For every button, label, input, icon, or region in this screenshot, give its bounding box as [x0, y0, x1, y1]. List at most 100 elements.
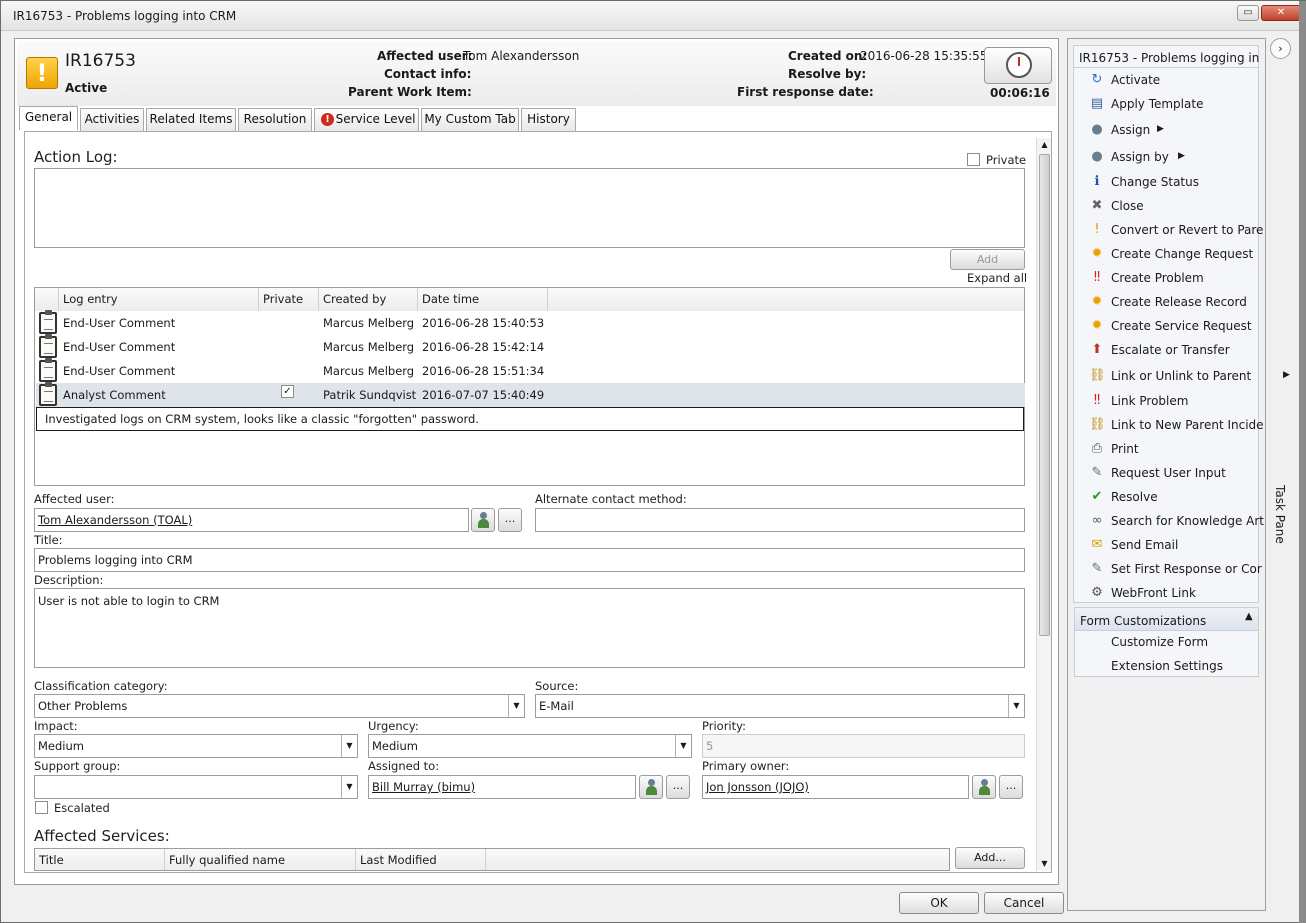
column-header-last-modified[interactable]: Last Modified — [356, 849, 486, 870]
created-by: Marcus Melberg — [323, 340, 415, 354]
table-row[interactable]: End-User Comment Marcus Melberg 2016-06-… — [36, 310, 1025, 335]
support-group-select[interactable]: ▼ — [34, 775, 358, 799]
stopwatch-button[interactable] — [984, 47, 1052, 84]
task-item-label: Create Problem — [1111, 271, 1204, 285]
collapse-pane-icon[interactable]: › — [1270, 38, 1291, 59]
column-header-private[interactable]: Private — [259, 288, 319, 311]
chevron-down-icon[interactable]: ▼ — [1008, 695, 1024, 717]
task-item-label: Change Status — [1111, 175, 1199, 189]
task-item-label: Search for Knowledge Art — [1111, 514, 1264, 528]
log-entry: Analyst Comment — [63, 388, 166, 402]
form-customizations-header[interactable]: Form Customizations ▲ — [1074, 607, 1259, 631]
urgency-select[interactable]: Medium ▼ — [368, 734, 692, 758]
timer-text: 00:06:16 — [990, 86, 1050, 100]
priority-label: Priority: — [702, 719, 746, 733]
column-header-fqn[interactable]: Fully qualified name — [165, 849, 356, 870]
chevron-up-icon[interactable]: ▲ — [1245, 611, 1253, 622]
owner-browse-button[interactable]: ... — [999, 775, 1023, 799]
alternate-contact-field[interactable] — [535, 508, 1025, 532]
parent-work-item-label: Parent Work Item: — [348, 85, 472, 99]
column-header-log-entry[interactable]: Log entry — [59, 288, 259, 311]
escalated-checkbox[interactable] — [35, 801, 48, 814]
affected-user-field[interactable]: Tom Alexandersson (TOAL) — [34, 508, 469, 532]
task-item-label: Close — [1111, 199, 1144, 213]
task-pane-header: IR16753 - Problems logging into — [1079, 51, 1259, 65]
table-row-selected[interactable]: Analyst Comment ✓ Patrik Sundqvist 2016-… — [36, 382, 1025, 407]
chevron-down-icon[interactable]: ▼ — [341, 776, 357, 798]
chevron-down-icon[interactable]: ▼ — [508, 695, 524, 717]
task-item-label: Create Service Request — [1111, 319, 1252, 333]
column-header-date-time[interactable]: Date time — [418, 288, 548, 311]
resolve-by-label: Resolve by: — [788, 67, 867, 81]
cancel-button[interactable]: Cancel — [984, 892, 1064, 914]
source-select[interactable]: E-Mail ▼ — [535, 694, 1025, 718]
close-window-button[interactable]: ✕ — [1261, 5, 1301, 21]
table-row[interactable]: End-User Comment Marcus Melberg 2016-06-… — [36, 358, 1025, 383]
tab-activities[interactable]: Activities — [80, 108, 144, 131]
classification-value: Other Problems — [38, 699, 128, 713]
customize-form-item[interactable]: Customize Form — [1111, 635, 1208, 649]
status-text: Active — [65, 81, 108, 95]
tab-my-custom-tab[interactable]: My Custom Tab — [421, 108, 519, 131]
column-header-title[interactable]: Title — [35, 849, 165, 870]
request-icon: ✎ — [1091, 465, 1103, 480]
window: IR16753 - Problems logging into CRM ▭ ✕ … — [0, 0, 1306, 923]
ok-button[interactable]: OK — [899, 892, 979, 914]
add-log-button[interactable]: Add — [950, 249, 1025, 270]
escalate-icon: ⬆ — [1091, 342, 1103, 357]
impact-select[interactable]: Medium ▼ — [34, 734, 358, 758]
created-by: Patrik Sundqvist — [323, 388, 417, 402]
task-item-label: Create Release Record — [1111, 295, 1247, 309]
task-pane-side-label[interactable]: Task Pane — [1273, 485, 1287, 544]
task-item-label: Resolve — [1111, 490, 1158, 504]
column-header-created-by[interactable]: Created by — [319, 288, 418, 311]
task-item-label: Request User Input — [1111, 466, 1226, 480]
tab-general[interactable]: General — [19, 106, 78, 130]
add-service-button[interactable]: Add... — [955, 847, 1025, 869]
owner-picker-button[interactable] — [972, 775, 996, 799]
scroll-down-icon[interactable]: ▼ — [1037, 857, 1052, 871]
star-icon: ✹ — [1091, 246, 1103, 261]
user-picker-button[interactable] — [471, 508, 495, 532]
assigned-browse-button[interactable]: ... — [666, 775, 690, 799]
scroll-up-icon[interactable]: ▲ — [1037, 138, 1052, 152]
private-checkbox[interactable] — [967, 153, 980, 166]
restore-button[interactable]: ▭ — [1237, 5, 1259, 21]
created-by: Marcus Melberg — [323, 364, 415, 378]
affected-user-label: Affected user: — [34, 492, 115, 506]
assigned-to-field[interactable]: Bill Murray (bimu) — [368, 775, 636, 799]
tab-service-level-label: Service Level — [335, 112, 416, 126]
link-parent-icon: ⛓ — [1089, 417, 1106, 432]
task-item-label: Escalate or Transfer — [1111, 343, 1230, 357]
grid-icon-column — [35, 288, 59, 311]
primary-owner-field[interactable]: Jon Jonsson (JOJO) — [702, 775, 969, 799]
chevron-down-icon[interactable]: ▼ — [675, 735, 691, 757]
extension-settings-item[interactable]: Extension Settings — [1111, 659, 1223, 673]
date-time: 2016-07-07 15:40:49 — [422, 388, 545, 402]
clipboard-icon — [39, 382, 57, 406]
task-item-label: Assign by — [1111, 150, 1169, 164]
tab-resolution[interactable]: Resolution — [238, 108, 312, 131]
tab-history[interactable]: History — [521, 108, 576, 131]
affected-user-browse-button[interactable]: ... — [498, 508, 522, 532]
content-scrollbar[interactable]: ▲ ▼ — [1036, 138, 1051, 871]
title-field[interactable]: Problems logging into CRM — [34, 548, 1025, 572]
tab-related-items[interactable]: Related Items — [146, 108, 236, 131]
table-row[interactable]: End-User Comment Marcus Melberg 2016-06-… — [36, 334, 1025, 359]
tab-service-level[interactable]: ! Service Level — [314, 108, 419, 131]
classification-select[interactable]: Other Problems ▼ — [34, 694, 525, 718]
task-item-label: Assign — [1111, 123, 1151, 137]
chevron-down-icon[interactable]: ▼ — [341, 735, 357, 757]
urgency-value: Medium — [372, 739, 418, 753]
alternate-contact-label: Alternate contact method: — [535, 492, 687, 506]
scroll-thumb[interactable] — [1039, 154, 1050, 636]
description-field[interactable]: User is not able to login to CRM — [34, 588, 1025, 668]
clipboard-icon — [39, 334, 57, 358]
affected-user-header-label: Affected user: — [377, 49, 473, 63]
action-log-textarea[interactable] — [34, 168, 1025, 248]
incident-warning-icon: ! — [26, 57, 58, 89]
expand-all-link[interactable]: Expand all — [967, 271, 1027, 285]
assigned-user-picker-button[interactable] — [639, 775, 663, 799]
problem-icon: ‼ — [1093, 393, 1101, 408]
close-x-icon: ✖ — [1091, 198, 1103, 213]
